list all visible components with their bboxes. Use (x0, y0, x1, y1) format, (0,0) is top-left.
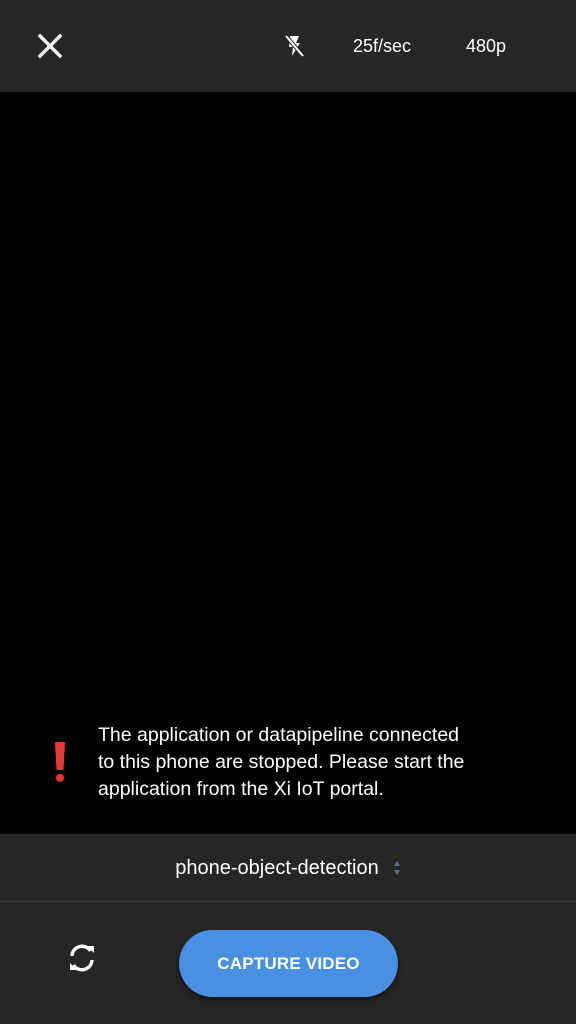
switch-camera-icon (70, 944, 94, 972)
pipeline-stopped-alert: The application or datapipeline connecte… (0, 722, 576, 834)
alert-line: The application or datapipeline connecte… (98, 724, 460, 746)
close-icon (37, 33, 63, 59)
resolution-selector[interactable]: 480p (466, 34, 506, 58)
flash-toggle-button[interactable] (278, 30, 310, 62)
selected-application: phone-object-detection (175, 856, 379, 879)
alert-line: to this phone are stopped. Please start … (98, 751, 465, 773)
close-button[interactable] (30, 26, 70, 66)
application-selector[interactable]: phone-object-detection (0, 834, 576, 902)
frame-rate-selector[interactable]: 25f/sec (353, 34, 411, 58)
alert-line: application from the Xi IoT portal. (98, 778, 384, 800)
switch-camera-button[interactable] (62, 938, 102, 978)
camera-screen: 25f/sec 480p The application or datapipe… (0, 0, 576, 1024)
flash-off-icon (284, 34, 305, 58)
top-bar: 25f/sec 480p (0, 0, 576, 92)
capture-video-button[interactable]: CAPTURE VIDEO (179, 930, 398, 997)
alert-message: The application or datapipeline connecte… (98, 722, 548, 803)
exclamation-icon (55, 742, 65, 782)
select-arrows-icon (393, 860, 400, 875)
